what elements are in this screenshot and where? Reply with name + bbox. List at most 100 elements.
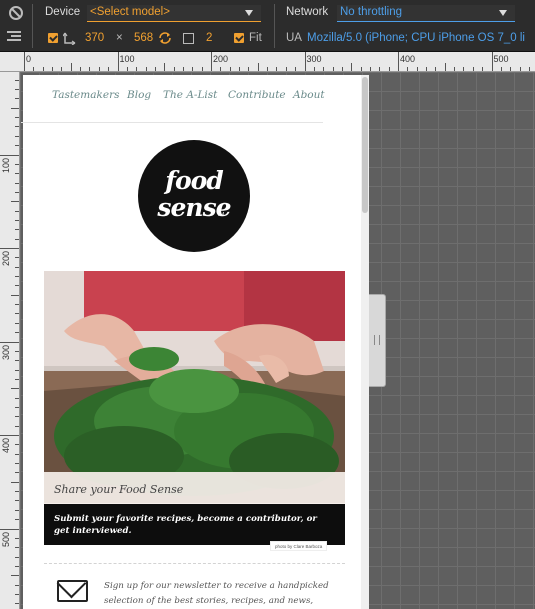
ruler-tick [491,52,493,71]
ruler-tick [528,67,530,71]
ruler-tick [444,63,446,71]
nav-link-a-list[interactable]: The A-List [163,89,217,101]
resolution-checkbox[interactable] [48,33,58,43]
ruler-tick [239,67,241,71]
ruler-tick [0,154,19,156]
ruler-tick [15,210,19,212]
scrollbar-thumb[interactable] [362,77,368,213]
resize-dimensions-icon [63,32,76,45]
ruler-tick [15,397,19,399]
width-input[interactable]: 370 [85,32,104,44]
ruler-tick [519,67,521,71]
ruler-tick [15,453,19,455]
network-select-value: No throttling [340,6,403,18]
ruler-tick [145,67,147,71]
grip-icon [374,335,380,345]
ruler-tick [15,238,19,240]
ruler-label: 400 [1,437,11,453]
ruler-tick [351,63,353,71]
ua-label: UA [286,32,302,44]
ruler-tick [15,117,19,119]
ruler-tick [15,163,19,165]
ruler-left: 100 200 300 400 500 [0,72,20,609]
ruler-tick [257,63,259,71]
nav-link-blog[interactable]: Blog [127,89,151,101]
ruler-tick [182,67,184,71]
ruler-tick [15,257,19,259]
ruler-tick [11,107,19,109]
user-agent-input[interactable]: Mozilla/5.0 (iPhone; CPU iPhone OS 7_0 l… [307,32,527,44]
no-entry-icon[interactable] [9,6,23,20]
ruler-tick [15,135,19,137]
ruler-tick [463,67,465,71]
ruler-tick [15,565,19,567]
ruler-tick [332,67,334,71]
ruler-tick [11,575,19,577]
page-scrollbar[interactable] [361,75,369,609]
height-input[interactable]: 568 [134,32,153,44]
hero-subcaption[interactable]: Submit your favorite recipes, become a c… [44,504,345,545]
ruler-tick [229,67,231,71]
ruler-tick [15,322,19,324]
ruler-tick [15,444,19,446]
logo-line-2: sense [157,193,231,222]
nav-link-about[interactable]: About [293,89,325,101]
toolbar-row-device: Device <Select model> Network No throttl… [0,0,535,48]
ruler-tick [369,67,371,71]
ruler-tick [15,219,19,221]
ruler-tick [15,360,19,362]
ruler-tick [0,435,19,436]
site-nav: Tastemakers Blog The A-List Contribute A… [21,88,325,123]
ruler-tick [398,52,399,71]
ruler-tick [388,67,390,71]
ruler-tick [24,52,25,71]
ruler-label: 100 [1,157,11,173]
ruler-tick [15,266,19,268]
ruler-label: 100 [119,54,135,64]
ruler-tick [70,63,72,71]
scale-input[interactable]: 2 [206,32,212,44]
ruler-tick [15,313,19,315]
network-throttling-select[interactable]: No throttling [337,5,515,22]
section-divider [44,563,345,564]
emulation-toolbar: Device <Select model> Network No throttl… [0,0,535,52]
ruler-tick [89,67,91,71]
ruler-tick [15,229,19,231]
food-sense-logo[interactable]: food sense TM [138,140,250,252]
device-label: Device [45,6,81,18]
ruler-tick [15,182,19,184]
ruler-tick [15,519,19,521]
ruler-tick [15,491,19,493]
ruler-tick [407,67,409,71]
ruler-tick [42,67,44,71]
swap-dimensions-icon[interactable] [158,31,172,45]
ruler-tick [15,79,19,81]
fit-checkbox[interactable] [234,33,244,43]
ruler-tick [15,304,19,306]
ruler-tick [248,67,250,71]
viewport-resize-handle[interactable] [369,294,386,387]
logo-line-1: food [165,166,224,195]
photo-credit: photo by Clare Barboza [270,541,328,551]
chevron-down-icon [499,10,507,16]
ruler-tick [33,67,35,71]
nav-link-contribute[interactable]: Contribute [228,89,286,101]
ruler-tick [98,67,100,71]
ruler-tick [15,463,19,465]
chevron-down-icon [245,10,253,16]
ruler-tick [15,332,19,334]
device-model-select[interactable]: <Select model> [87,5,261,22]
ruler-tick [323,67,325,71]
ruler-top: 0 100 200 300 400 500 [0,52,535,72]
ruler-tick [15,547,19,549]
nav-link-tastemakers[interactable]: Tastemakers [52,89,119,101]
ruler-tick [379,67,381,71]
ruler-label: 300 [306,54,322,64]
ruler-tick [61,67,63,71]
ruler-tick [15,472,19,474]
times-sign: × [116,32,123,44]
envelope-icon [57,580,88,602]
drawer-toggle-icon[interactable] [7,31,23,45]
ruler-tick [15,285,19,287]
ruler-tick [15,191,19,193]
